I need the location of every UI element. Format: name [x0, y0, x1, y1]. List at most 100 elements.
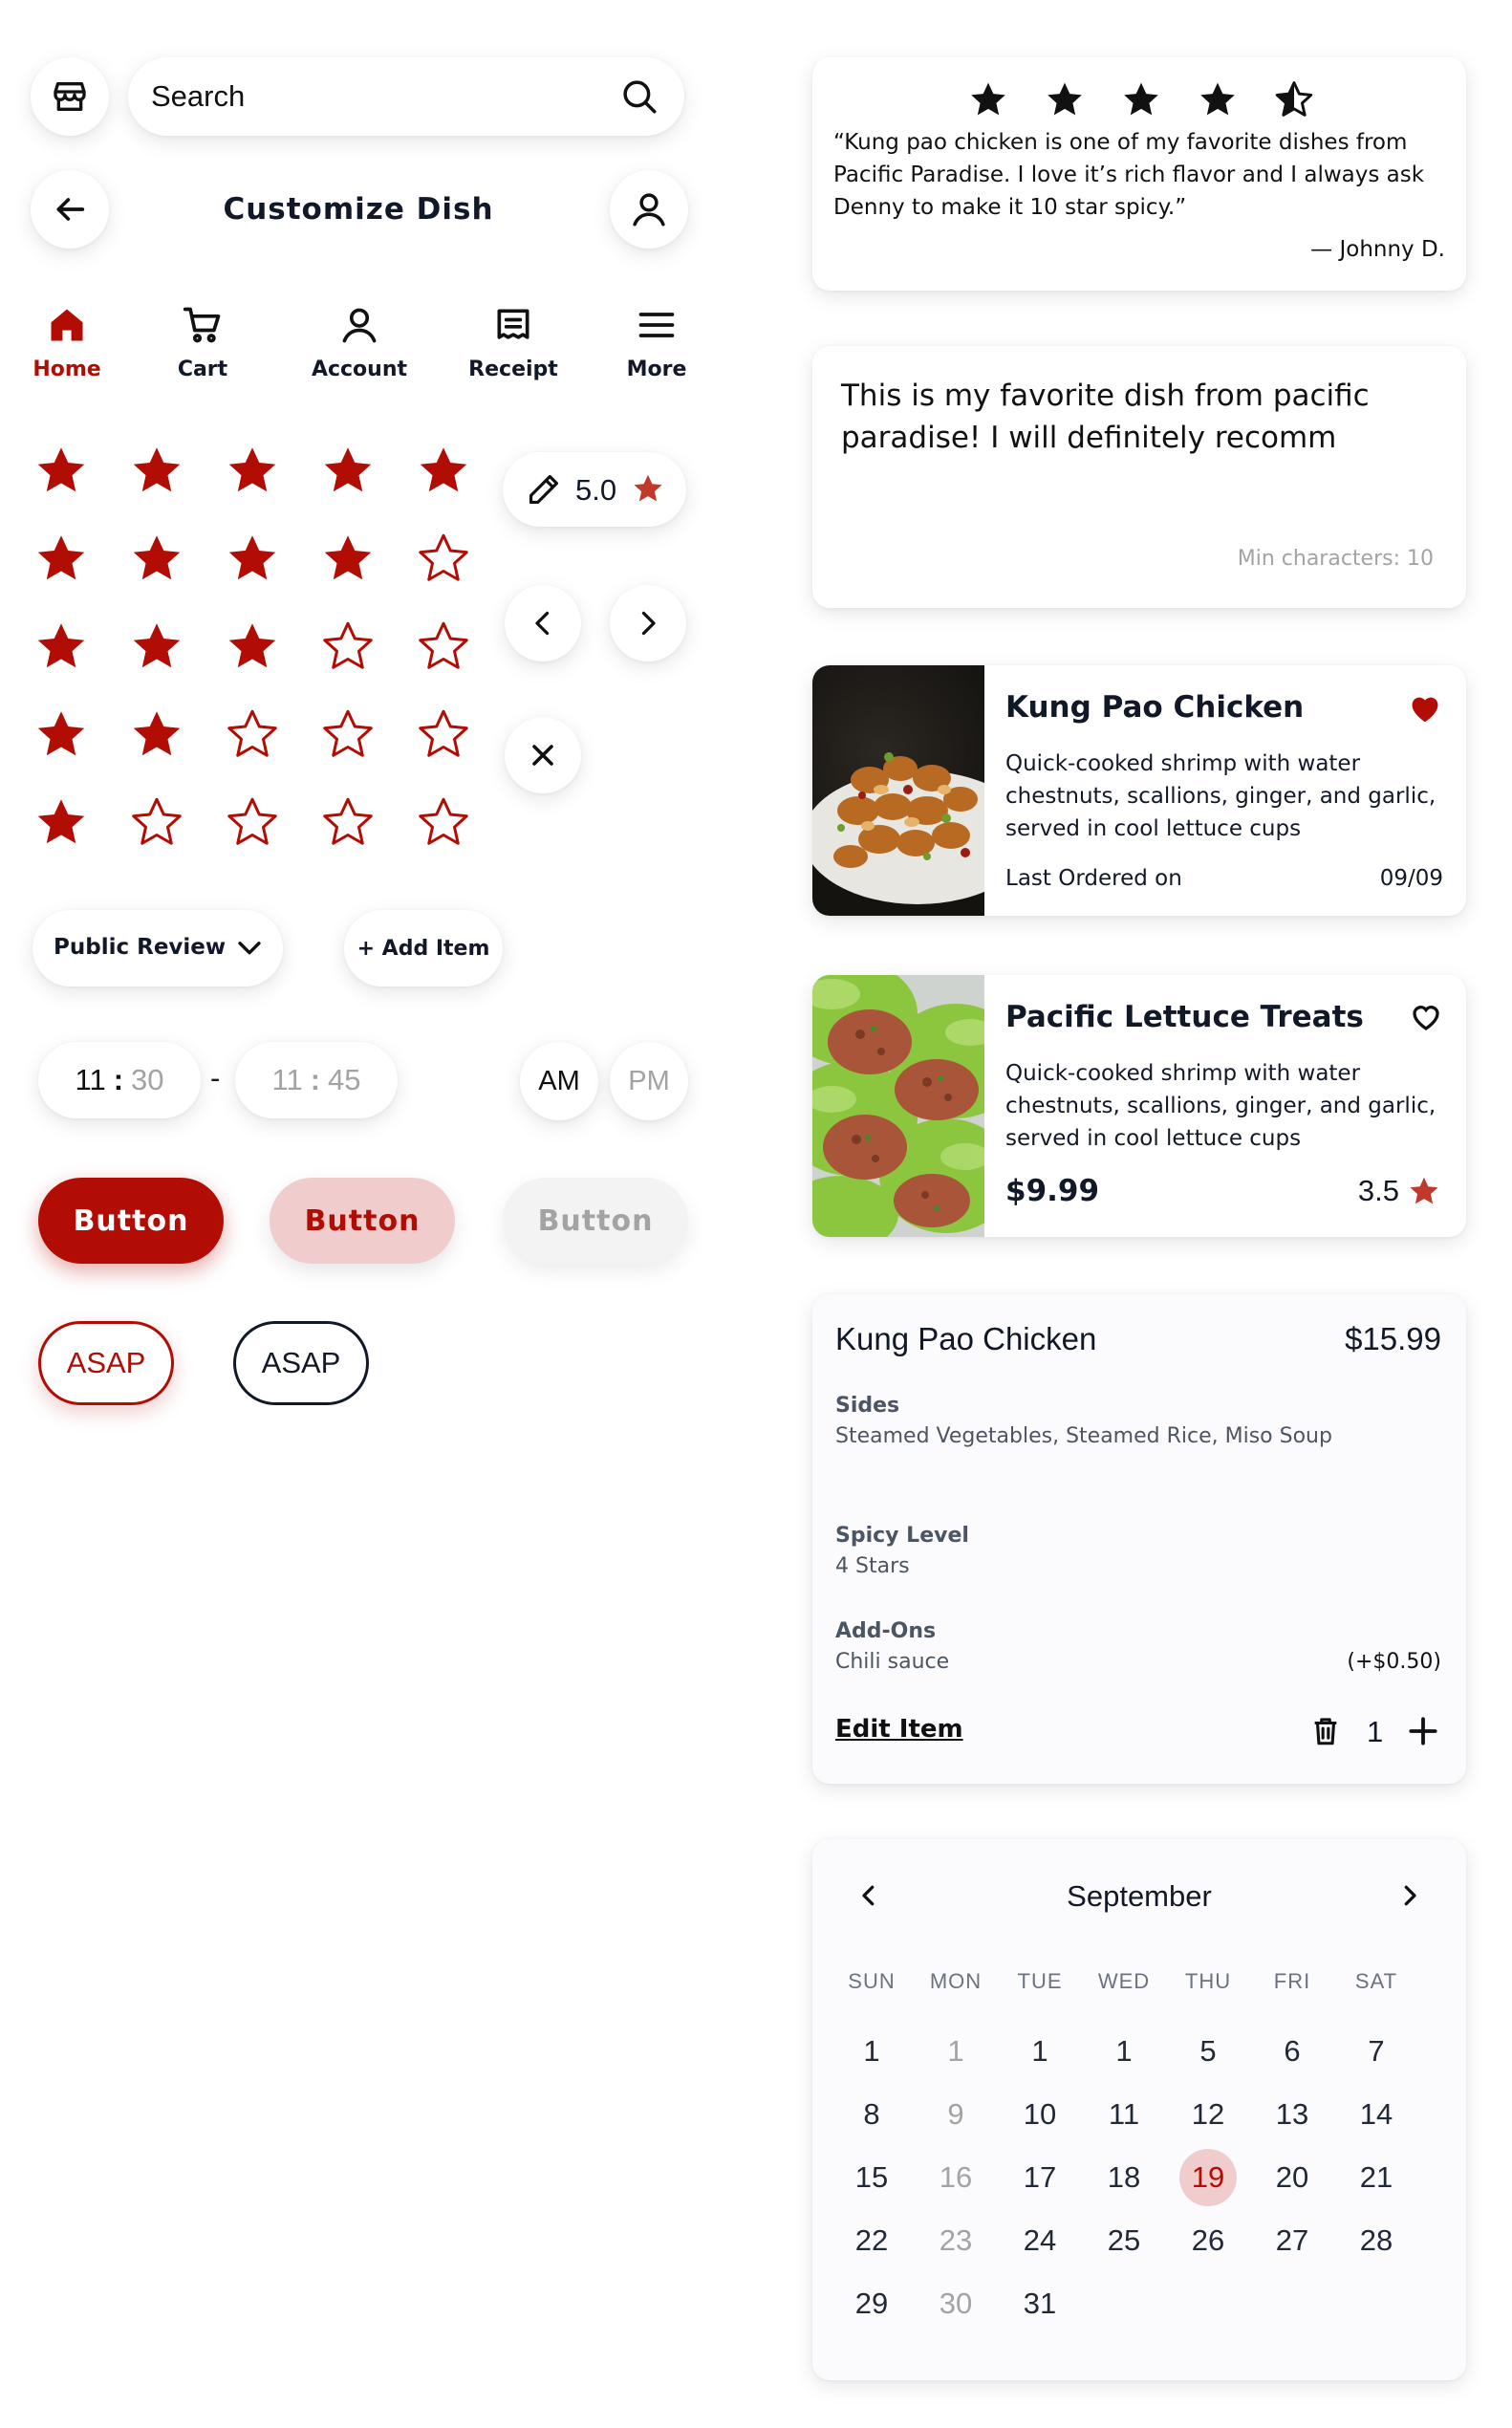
calendar-day[interactable]: 22 [841, 2214, 902, 2267]
nav-item-home[interactable]: Home [10, 304, 124, 381]
calendar-day[interactable]: 26 [1177, 2214, 1239, 2267]
dish-card[interactable]: Kung Pao Chicken Quick-cooked shrimp wit… [812, 665, 1466, 916]
dish-image [812, 975, 984, 1237]
asap-chip-red[interactable]: ASAP [38, 1321, 174, 1405]
star-filled-icon[interactable] [32, 618, 90, 675]
search-input[interactable] [151, 75, 591, 119]
pm-toggle[interactable]: PM [610, 1042, 688, 1120]
calendar-day[interactable]: 30 [925, 2277, 986, 2330]
start-time-field[interactable]: 11 : 30 [38, 1042, 201, 1118]
calendar-day-selected[interactable]: 19 [1179, 2149, 1237, 2206]
calendar-day[interactable]: 31 [1009, 2277, 1070, 2330]
end-hour[interactable]: 11 [272, 1063, 303, 1097]
nav-item-more[interactable]: More [599, 304, 714, 381]
star-outline-icon[interactable] [224, 705, 281, 763]
calendar-day[interactable]: 9 [925, 2088, 986, 2141]
search-icon[interactable] [619, 76, 659, 117]
time-colon: : [310, 1063, 321, 1096]
back-button[interactable] [31, 170, 109, 249]
review-text[interactable]: This is my favorite dish from pacific pa… [841, 375, 1415, 459]
next-button[interactable] [610, 585, 686, 661]
star-filled-icon[interactable] [32, 530, 90, 587]
star-outline-icon[interactable] [415, 618, 472, 675]
calendar-day[interactable]: 23 [925, 2214, 986, 2267]
start-minute[interactable]: 30 [131, 1063, 163, 1097]
add-item-button[interactable]: + Add Item [344, 910, 503, 986]
calendar-day[interactable]: 1 [1009, 2025, 1070, 2078]
calendar-day[interactable]: 12 [1177, 2088, 1239, 2141]
heart-filled-icon[interactable] [1407, 690, 1443, 726]
calendar-day[interactable]: 21 [1346, 2151, 1407, 2204]
star-filled-icon[interactable] [319, 530, 377, 587]
asap-chip-dark[interactable]: ASAP [233, 1321, 369, 1405]
search-bar[interactable] [128, 57, 684, 136]
trash-icon[interactable] [1309, 1715, 1342, 1747]
calendar-day[interactable]: 1 [841, 2025, 902, 2078]
calendar-day[interactable]: 10 [1009, 2088, 1070, 2141]
plus-icon[interactable] [1405, 1713, 1441, 1749]
store-button[interactable] [31, 57, 109, 136]
star-filled-icon[interactable] [32, 442, 90, 499]
nav-item-account[interactable]: Account [302, 304, 417, 381]
calendar-day[interactable]: 27 [1262, 2214, 1323, 2267]
nav-item-cart[interactable]: Cart [145, 304, 260, 381]
prev-button[interactable] [505, 585, 581, 661]
nav-item-receipt[interactable]: Receipt [456, 304, 571, 381]
calendar-day[interactable]: 8 [841, 2088, 902, 2141]
star-filled-icon[interactable] [224, 442, 281, 499]
primary-button[interactable]: Button [38, 1178, 224, 1264]
star-filled-icon[interactable] [224, 618, 281, 675]
calendar-day[interactable]: 1 [925, 2025, 986, 2078]
star-filled-icon[interactable] [415, 442, 472, 499]
calendar-day[interactable]: 14 [1346, 2088, 1407, 2141]
secondary-button[interactable]: Button [270, 1178, 455, 1264]
am-toggle[interactable]: AM [520, 1042, 598, 1120]
calendar-day[interactable]: 1 [1093, 2025, 1155, 2078]
calendar-day[interactable]: 16 [925, 2151, 986, 2204]
review-textarea[interactable]: This is my favorite dish from pacific pa… [812, 346, 1466, 608]
heart-outline-icon[interactable] [1409, 1000, 1443, 1034]
dish-card[interactable]: Pacific Lettuce Treats Quick-cooked shri… [812, 975, 1466, 1237]
end-time-field[interactable]: 11 : 45 [235, 1042, 398, 1118]
profile-button[interactable] [610, 170, 688, 249]
star-filled-icon[interactable] [128, 618, 185, 675]
calendar-day[interactable]: 11 [1093, 2088, 1155, 2141]
star-filled-icon[interactable] [128, 705, 185, 763]
star-outline-icon[interactable] [319, 705, 377, 763]
calendar-day[interactable]: 17 [1009, 2151, 1070, 2204]
calendar-day[interactable]: 18 [1093, 2151, 1155, 2204]
star-filled-icon[interactable] [224, 530, 281, 587]
weekday-label: WED [1097, 1969, 1151, 1993]
calendar-day[interactable]: 5 [1177, 2025, 1239, 2078]
star-filled-icon[interactable] [128, 530, 185, 587]
star-outline-icon[interactable] [415, 530, 472, 587]
star-filled-icon[interactable] [128, 442, 185, 499]
rating-edit-pill[interactable]: 5.0 [503, 452, 686, 527]
calendar-day[interactable]: 6 [1262, 2025, 1323, 2078]
start-hour[interactable]: 11 [76, 1063, 106, 1097]
star-outline-icon[interactable] [128, 793, 185, 851]
weekday-label: FRI [1273, 1969, 1311, 1993]
star-outline-icon[interactable] [319, 618, 377, 675]
calendar-day[interactable]: 28 [1346, 2214, 1407, 2267]
star-outline-icon[interactable] [415, 705, 472, 763]
calendar-day[interactable]: 7 [1346, 2025, 1407, 2078]
calendar-day[interactable]: 15 [841, 2151, 902, 2204]
edit-item-link[interactable]: Edit Item [835, 1715, 963, 1744]
calendar-day[interactable]: 13 [1262, 2088, 1323, 2141]
star-outline-icon[interactable] [319, 793, 377, 851]
star-filled-icon [1197, 78, 1239, 120]
end-minute[interactable]: 45 [328, 1063, 360, 1097]
star-outline-icon[interactable] [415, 793, 472, 851]
star-filled-icon[interactable] [32, 793, 90, 851]
calendar-day[interactable]: 24 [1009, 2214, 1070, 2267]
star-filled-icon[interactable] [319, 442, 377, 499]
star-filled-icon[interactable] [32, 705, 90, 763]
close-button[interactable] [505, 717, 581, 793]
calendar-day[interactable]: 25 [1093, 2214, 1155, 2267]
star-outline-icon[interactable] [224, 793, 281, 851]
asap-chip-label: ASAP [261, 1346, 341, 1379]
calendar-day[interactable]: 20 [1262, 2151, 1323, 2204]
review-visibility-dropdown[interactable]: Public Review [32, 910, 283, 986]
calendar-day[interactable]: 29 [841, 2277, 902, 2330]
